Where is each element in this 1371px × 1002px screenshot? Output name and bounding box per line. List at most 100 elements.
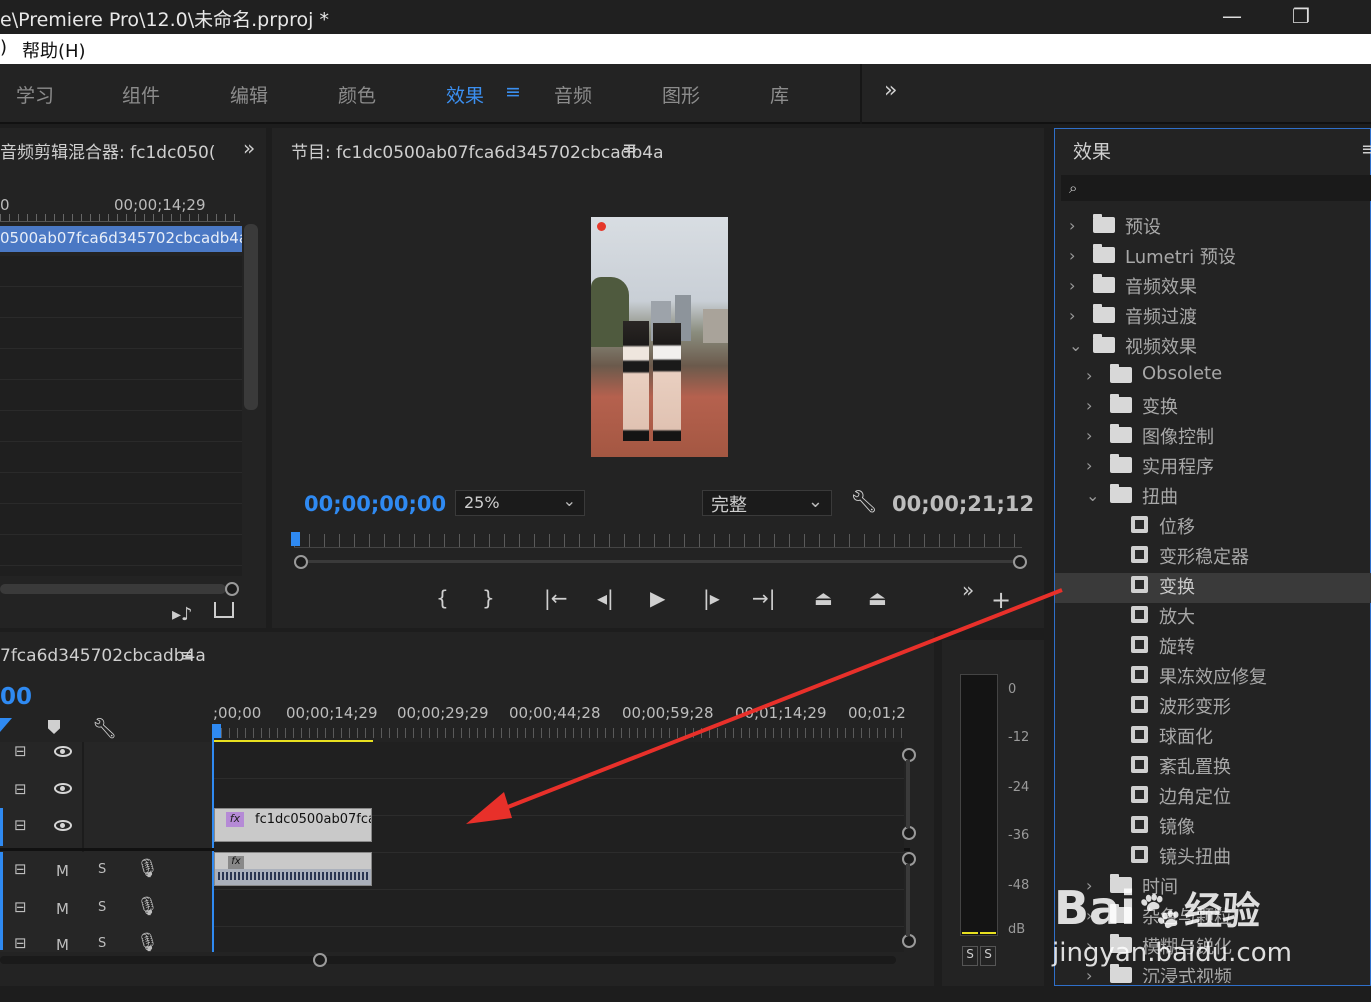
marker-icon[interactable] [48, 720, 60, 734]
chevron-right-icon[interactable]: › [1086, 426, 1092, 445]
workspace-tab-learn[interactable]: 学习 [16, 81, 54, 108]
effects-search-input[interactable] [1061, 175, 1371, 201]
effects-item[interactable]: › Lumetri 预设 [1055, 243, 1371, 273]
toggle-sync-lock-icon[interactable]: ⊟ [14, 934, 27, 952]
microphone-icon[interactable]: 🎙︎ [136, 858, 159, 879]
effects-item[interactable]: › 音频效果 [1055, 273, 1371, 303]
chevron-down-icon[interactable]: ⌄ [1086, 486, 1099, 505]
mixer-overflow-icon[interactable]: » [243, 136, 255, 160]
video-preview[interactable] [591, 217, 728, 457]
chevron-right-icon[interactable]: › [1069, 276, 1075, 295]
effects-item[interactable]: 放大 [1055, 603, 1371, 633]
audio-track-scrollbar[interactable] [906, 864, 910, 936]
chevron-right-icon[interactable]: › [1069, 246, 1075, 265]
effects-item[interactable]: › 实用程序 [1055, 453, 1371, 483]
chevron-right-icon[interactable]: › [1086, 456, 1092, 475]
zoom-dropdown[interactable]: 25% ⌄ [455, 490, 585, 516]
solo-button[interactable]: S [98, 862, 106, 877]
zoom-handle-right[interactable] [1013, 555, 1027, 569]
snap-icon[interactable] [0, 718, 12, 732]
effects-item[interactable]: › 变换 [1055, 393, 1371, 423]
mute-button[interactable]: M [56, 862, 69, 880]
chevron-right-icon[interactable]: › [1069, 306, 1075, 325]
mute-button[interactable]: M [56, 936, 69, 954]
track-zoom-handle[interactable] [902, 934, 916, 948]
effects-item[interactable]: 镜头扭曲 [1055, 843, 1371, 873]
timeline-horizontal-scrollbar[interactable] [0, 956, 896, 964]
effects-item[interactable]: 变换 [1055, 573, 1371, 603]
workspace-tab-graphics[interactable]: 图形 [662, 81, 700, 108]
chevron-right-icon[interactable]: › [1086, 396, 1092, 415]
mark-in-icon[interactable]: { [436, 586, 449, 610]
quality-dropdown[interactable]: 完整 ⌄ [702, 490, 832, 516]
effects-item[interactable]: 波形变形 [1055, 693, 1371, 723]
workspace-tab-color[interactable]: 颜色 [338, 81, 376, 108]
mixer-horizontal-scrollbar[interactable] [0, 584, 226, 594]
workspace-tab-libraries[interactable]: 库 [770, 81, 789, 108]
solo-right-button[interactable]: S [980, 946, 996, 966]
chevron-right-icon[interactable]: › [1086, 966, 1092, 983]
toggle-sync-lock-icon[interactable]: ⊟ [14, 816, 27, 834]
microphone-icon[interactable]: 🎙︎ [136, 896, 159, 917]
workspace-tab-editing[interactable]: 编辑 [230, 81, 268, 108]
eye-icon[interactable] [54, 783, 72, 794]
toggle-sync-lock-icon[interactable]: ⊟ [14, 742, 27, 760]
program-title[interactable]: 节目: fc1dc0500ab07fca6d345702cbcadb4a [291, 138, 664, 163]
program-timeline-ruler[interactable] [294, 534, 1022, 548]
program-menu-icon[interactable]: ≡ [622, 138, 637, 159]
track-target-indicator[interactable] [0, 808, 3, 846]
menu-item-fragment[interactable]: ) [0, 37, 7, 58]
workspace-tab-assembly[interactable]: 组件 [122, 81, 160, 108]
wrench-icon[interactable]: 🔧︎ [850, 490, 878, 515]
playhead[interactable] [291, 532, 300, 546]
effects-item[interactable]: 果冻效应修复 [1055, 663, 1371, 693]
effects-item[interactable]: › 音频过渡 [1055, 303, 1371, 333]
toggle-sync-lock-icon[interactable]: ⊟ [14, 898, 27, 916]
effects-item[interactable]: 变形稳定器 [1055, 543, 1371, 573]
effects-item[interactable]: › 预设 [1055, 213, 1371, 243]
effects-item[interactable]: 旋转 [1055, 633, 1371, 663]
toggle-sync-lock-icon[interactable]: ⊟ [14, 780, 27, 798]
chevron-right-icon[interactable]: › [1069, 216, 1075, 235]
solo-button[interactable]: S [98, 900, 106, 915]
workspace-menu-icon[interactable]: ≡ [505, 81, 521, 103]
chevron-down-icon[interactable]: ⌄ [1069, 336, 1082, 355]
wrench-icon[interactable]: 🔧︎ [92, 716, 117, 740]
maximize-button[interactable]: ❐ [1292, 4, 1310, 28]
effects-item[interactable]: 位移 [1055, 513, 1371, 543]
effects-item[interactable]: 镜像 [1055, 813, 1371, 843]
effects-item[interactable]: › Obsolete [1055, 363, 1371, 393]
chevron-right-icon[interactable]: › [1086, 366, 1092, 385]
program-current-timecode[interactable]: 00;00;00;00 [304, 492, 446, 516]
menu-item-help[interactable]: 帮助(H) [22, 37, 86, 63]
mixer-title[interactable]: 音频剪辑混合器: fc1dc050( [0, 138, 236, 163]
solo-button[interactable]: S [98, 936, 106, 951]
timeline-menu-icon[interactable]: ≡ [180, 646, 194, 666]
play-audio-icon[interactable]: ▸♪ [172, 604, 193, 625]
timeline-timecode[interactable]: 00 [0, 684, 32, 710]
effects-item[interactable]: 球面化 [1055, 723, 1371, 753]
timeline-title[interactable]: 7fca6d345702cbcadb4a [0, 646, 206, 666]
effects-title[interactable]: 效果 [1073, 137, 1111, 164]
effects-item[interactable]: 紊乱置换 [1055, 753, 1371, 783]
minimize-button[interactable]: — [1222, 4, 1242, 28]
mixer-vertical-scrollbar[interactable] [244, 224, 258, 410]
export-icon[interactable] [214, 602, 234, 618]
timeline-zoom-handle[interactable] [313, 953, 327, 967]
workspace-tab-audio[interactable]: 音频 [554, 81, 592, 108]
workspace-tab-effects[interactable]: 效果 [446, 81, 484, 108]
mixer-ruler[interactable] [0, 214, 240, 222]
mute-button[interactable]: M [56, 900, 69, 918]
microphone-icon[interactable]: 🎙︎ [136, 932, 159, 953]
mixer-clip[interactable]: 0500ab07fca6d345702cbcadb4a [0, 226, 242, 252]
solo-left-button[interactable]: S [962, 946, 978, 966]
mixer-zoom-handle[interactable] [225, 582, 239, 596]
effects-item[interactable]: 边角定位 [1055, 783, 1371, 813]
zoom-handle-left[interactable] [294, 555, 308, 569]
workspace-overflow-icon[interactable]: » [884, 78, 897, 103]
effects-menu-icon[interactable]: ≡ [1361, 139, 1371, 160]
audio-target-indicator[interactable] [0, 852, 3, 950]
toggle-sync-lock-icon[interactable]: ⊟ [14, 860, 27, 878]
eye-icon[interactable] [54, 746, 72, 757]
eye-icon[interactable] [54, 820, 72, 831]
